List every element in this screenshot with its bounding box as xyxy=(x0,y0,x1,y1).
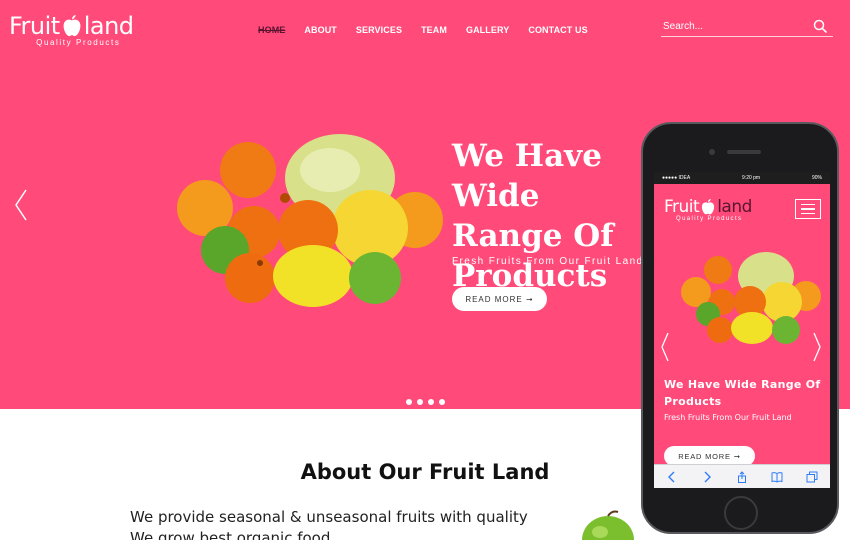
slider-dots xyxy=(406,399,445,405)
carrier-label: ●●●●● IDEA xyxy=(662,175,691,181)
mobile-hero-title: We Have Wide Range Of Products xyxy=(664,378,821,408)
slider-dot[interactable] xyxy=(439,399,445,405)
slider-dot[interactable] xyxy=(417,399,423,405)
battery-label: 90% xyxy=(811,175,822,181)
nav-item-contact[interactable]: CONTACT US xyxy=(528,25,587,35)
mobile-brand-logo[interactable]: Fruit land Quality Products xyxy=(664,197,752,222)
nav-item-gallery[interactable]: GALLERY xyxy=(466,25,509,35)
mobile-brand-left: Fruit xyxy=(664,197,700,217)
bookmarks-icon[interactable] xyxy=(771,471,783,483)
slider-dot[interactable] xyxy=(406,399,412,405)
nav-item-team[interactable]: TEAM xyxy=(421,25,447,35)
brand-name-left: Fruit xyxy=(9,12,60,40)
phone-camera xyxy=(709,149,715,155)
slider-prev-arrow-icon[interactable] xyxy=(12,188,30,222)
nav-item-about[interactable]: ABOUT xyxy=(304,25,337,35)
nav-item-home[interactable]: HOME xyxy=(258,25,285,35)
mobile-read-more-button[interactable]: READ MORE ➞ xyxy=(664,446,755,466)
apple-logo-icon xyxy=(702,199,715,215)
main-nav: HOME ABOUT SERVICES TEAM GALLERY CONTACT… xyxy=(258,25,588,35)
share-icon[interactable] xyxy=(736,470,748,483)
brand-logo[interactable]: Fruit land Quality Products xyxy=(9,12,134,47)
search-box xyxy=(661,16,833,37)
nav-item-services[interactable]: SERVICES xyxy=(356,25,402,35)
mobile-fruits-image xyxy=(681,252,821,344)
fruits-image xyxy=(177,134,443,307)
about-line: We provide seasonal & unseasonal fruits … xyxy=(130,508,528,526)
green-apple-image xyxy=(582,510,634,540)
phone-home-button[interactable] xyxy=(724,496,758,530)
back-icon[interactable] xyxy=(666,471,678,483)
search-icon[interactable] xyxy=(813,19,827,33)
mobile-brand-tagline: Quality Products xyxy=(676,216,743,222)
phone-speaker xyxy=(727,150,761,154)
phone-mockup: ●●●●● IDEA 9:20 pm 90% Fruit land Qualit… xyxy=(641,122,839,534)
hero-title: We Have Wide Range Of Products xyxy=(452,138,614,294)
brand-name-right: land xyxy=(83,12,134,40)
tabs-icon[interactable] xyxy=(806,471,818,483)
phone-screen: ●●●●● IDEA 9:20 pm 90% Fruit land Qualit… xyxy=(654,172,830,488)
mobile-hero-subtitle: Fresh Fruits From Our Fruit Land xyxy=(664,413,792,422)
time-label: 9:20 pm xyxy=(742,175,761,181)
about-text: We provide seasonal & unseasonal fruits … xyxy=(130,507,528,540)
about-line: We grow best organic food xyxy=(130,529,331,540)
mobile-brand-right: land xyxy=(717,197,752,217)
hero-subtitle: Fresh Fruits From Our Fruit Land xyxy=(452,256,644,267)
read-more-button[interactable]: READ MORE ➞ xyxy=(452,287,547,311)
search-input[interactable] xyxy=(663,19,803,33)
browser-toolbar xyxy=(654,464,830,488)
status-bar: ●●●●● IDEA 9:20 pm 90% xyxy=(654,172,830,184)
apple-logo-icon xyxy=(63,15,81,37)
mobile-prev-arrow-icon[interactable] xyxy=(660,332,670,362)
mobile-next-arrow-icon[interactable] xyxy=(812,332,822,362)
slider-dot[interactable] xyxy=(428,399,434,405)
hamburger-menu-icon[interactable] xyxy=(795,199,821,219)
forward-icon[interactable] xyxy=(701,471,713,483)
